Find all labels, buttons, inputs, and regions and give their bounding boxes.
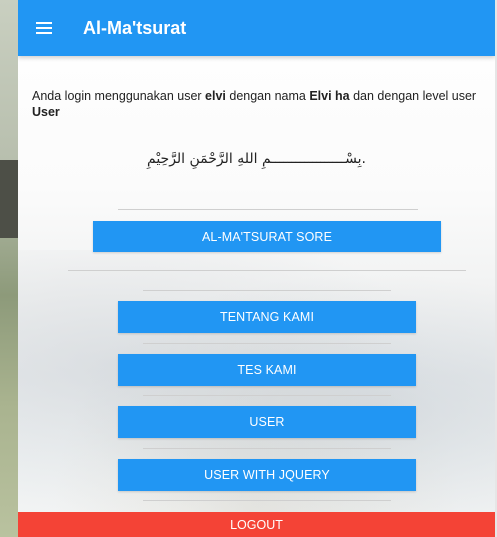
divider (143, 343, 391, 344)
almatsurat-sore-button[interactable]: AL-MA'TSURAT SORE (93, 221, 441, 252)
logout-button[interactable]: LOGOUT (18, 512, 495, 537)
login-middle-1: dengan nama (225, 89, 310, 103)
user-button[interactable]: USER (118, 406, 416, 438)
divider (143, 395, 391, 396)
tes-kami-button[interactable]: TES KAMI (118, 354, 416, 386)
login-prefix: Anda login menggunakan user (32, 89, 206, 103)
login-info-text: Anda login menggunakan user elvi dengan … (32, 88, 487, 120)
app-panel: Al-Ma'tsurat Anda login menggunakan user… (18, 0, 495, 537)
login-fullname: Elvi ha (309, 89, 350, 103)
divider (143, 448, 391, 449)
tentang-kami-button[interactable]: TENTANG KAMI (118, 301, 416, 333)
hamburger-menu-icon[interactable] (36, 17, 58, 39)
login-username: elvi (205, 89, 226, 103)
background-dark-block (0, 160, 18, 238)
login-middle-2: dan dengan level user (349, 89, 477, 103)
divider (68, 270, 466, 271)
background-left-strip (0, 0, 18, 537)
divider (143, 500, 391, 501)
menu-line (36, 22, 52, 24)
menu-line (36, 32, 52, 34)
login-level: User (32, 105, 60, 119)
basmalah-text: .بِسْــــــــــــــــــمِ اللهِ الرَّحْم… (147, 151, 366, 167)
divider (118, 209, 418, 210)
app-title: Al-Ma'tsurat (83, 17, 187, 38)
menu-line (36, 27, 52, 29)
user-with-jquery-button[interactable]: USER WITH JQUERY (118, 459, 416, 491)
top-app-bar: Al-Ma'tsurat (18, 0, 495, 56)
background-scenery (18, 250, 495, 537)
divider (143, 290, 391, 291)
